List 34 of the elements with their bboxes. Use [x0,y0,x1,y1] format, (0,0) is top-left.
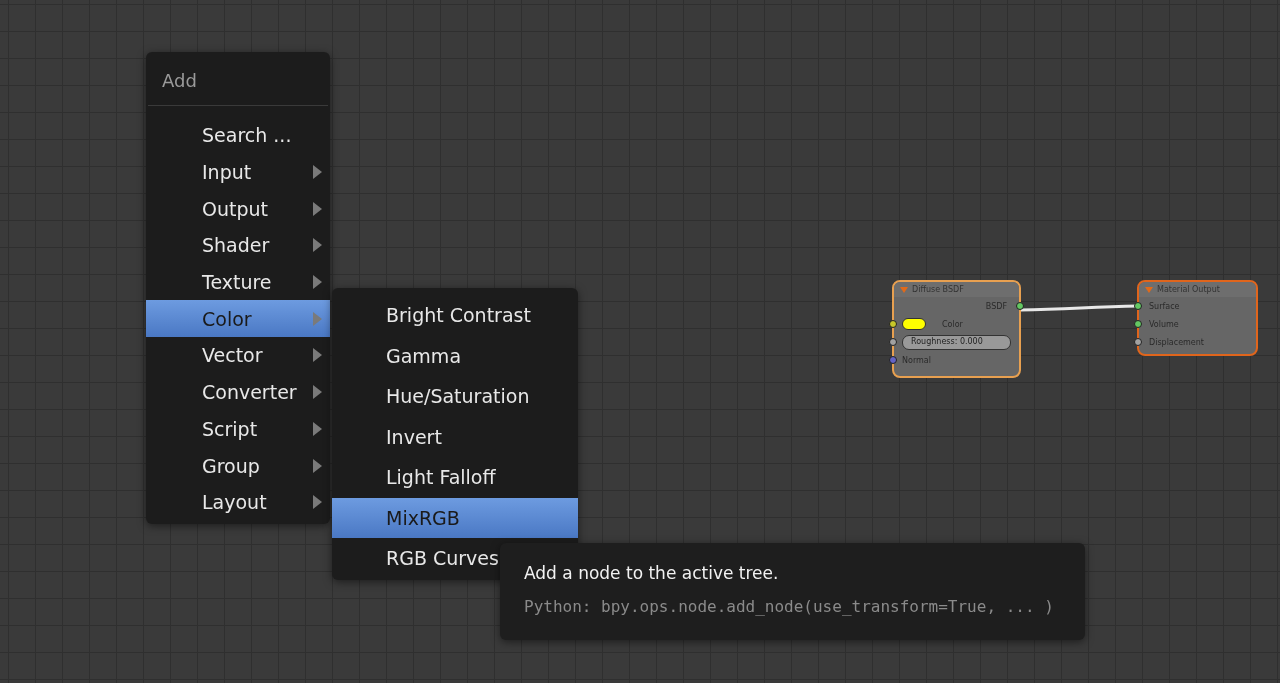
menu-item[interactable]: Invert [332,416,578,457]
socket-label: BSDF [985,301,1007,311]
node-title: Material Output [1157,285,1220,294]
menu-item[interactable]: Light Falloff [332,457,578,498]
node-title: Diffuse BSDF [912,285,964,294]
socket-dot[interactable] [889,338,897,346]
menu-item[interactable]: Texture [146,263,330,301]
socket-dot[interactable] [1016,302,1024,310]
socket-label: Normal [902,355,931,365]
tooltip-text: Add a node to the active tree. [524,563,780,583]
menu-item[interactable]: Output [146,190,330,228]
socket-dot[interactable] [1134,338,1142,346]
menu-item[interactable]: Search ... [146,117,330,154]
menu-item[interactable]: Color [146,300,330,338]
socket-dot[interactable] [1134,320,1142,328]
menu-item[interactable]: Script [146,410,330,448]
socket-label: Displacement [1149,337,1204,347]
value-field[interactable]: Roughness: 0.000 [902,334,1011,350]
color-swatch[interactable] [902,318,926,330]
menu-item[interactable]: Gamma [332,335,578,376]
socket-dot[interactable] [889,320,897,328]
menu-title: Add [161,69,198,93]
menu-item[interactable]: Layout [146,483,330,521]
menu-item[interactable]: Hue/Saturation [332,376,578,417]
python-command: Python: bpy.ops.node.add_node(use_transform=True, ... ) [524,597,1055,616]
menu-item[interactable]: Input [146,153,330,191]
menu-item[interactable]: MixRGB [332,497,578,538]
menu-item[interactable]: Bright Contrast [332,295,578,336]
menu-item[interactable]: Shader [146,227,330,264]
socket-dot[interactable] [889,356,897,364]
menu-item[interactable]: Vector [146,337,330,374]
menu-item[interactable]: Group [146,447,330,484]
socket-dot[interactable] [1134,302,1142,310]
menu-item[interactable]: Converter [146,373,330,411]
